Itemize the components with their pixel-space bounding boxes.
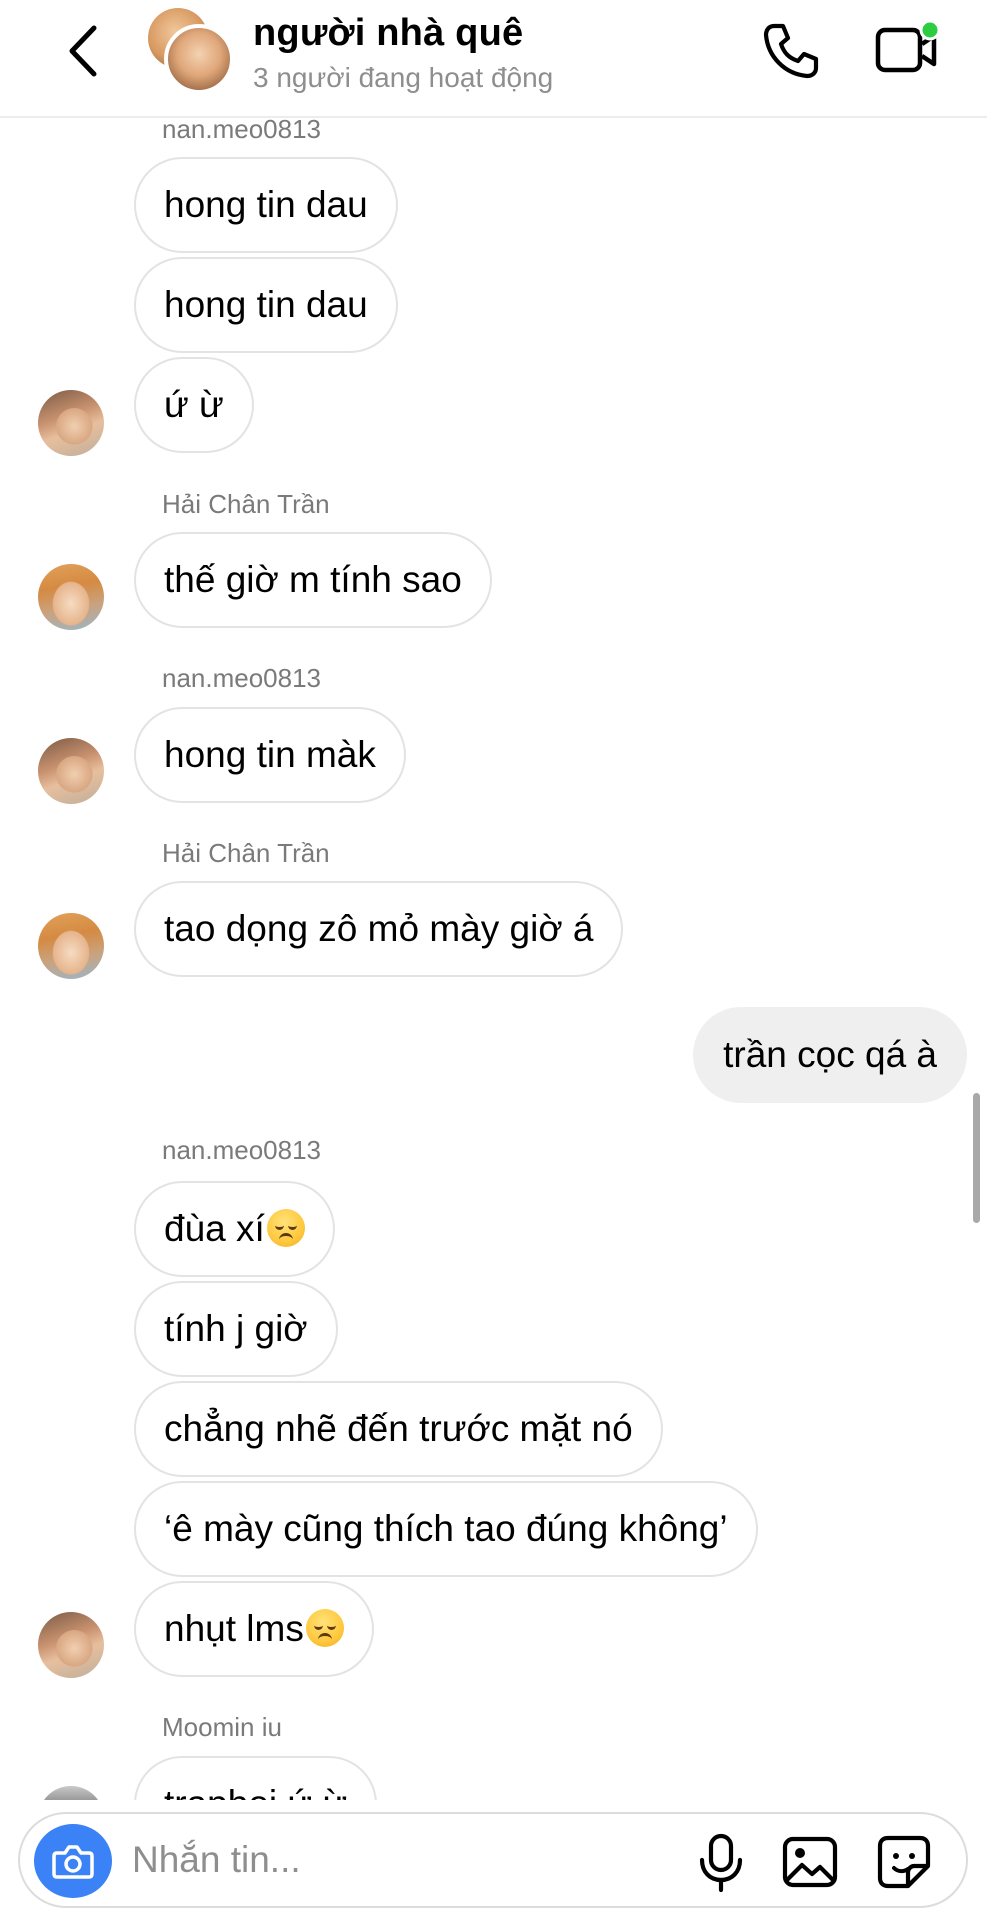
video-camera-icon [875, 19, 941, 73]
sticker-button[interactable] [874, 1832, 934, 1892]
message-bubble[interactable]: ứ ừ [134, 357, 254, 453]
sender-avatar[interactable] [38, 913, 104, 979]
message-text: đùa xí [164, 1208, 265, 1249]
back-button[interactable] [60, 20, 110, 82]
message-bubble[interactable]: thế giờ m tính sao [134, 532, 492, 628]
sender-name: nan.meo0813 [162, 663, 322, 693]
camera-icon [52, 1845, 94, 1879]
sender-avatar[interactable] [38, 1612, 104, 1678]
gallery-button[interactable] [780, 1832, 840, 1892]
sender-name: Hải Chân Trần [162, 489, 330, 519]
image-gallery-icon [782, 1836, 838, 1888]
sender-avatar[interactable] [38, 564, 104, 630]
voice-message-button[interactable] [696, 1832, 746, 1894]
microphone-icon [699, 1833, 743, 1893]
message-text: nhụt lms [164, 1608, 304, 1649]
message-composer [18, 1812, 968, 1908]
message-bubble[interactable]: ‘ê mày cũng thích tao đúng không’ [134, 1481, 758, 1577]
disappointed-face-emoji-icon [305, 1609, 344, 1647]
group-avatar[interactable] [148, 8, 234, 94]
disappointed-face-emoji-icon [266, 1209, 305, 1247]
sender-name: nan.meo0813 [162, 1135, 322, 1165]
message-input[interactable] [132, 1834, 552, 1886]
sticker-icon [877, 1835, 931, 1889]
sender-avatar[interactable] [38, 738, 104, 804]
chevron-left-icon [69, 25, 97, 77]
message-bubble[interactable]: hong tin dau [134, 257, 398, 353]
message-bubble[interactable]: tao dọng zô mỏ mày giờ á [134, 881, 624, 977]
message-bubble[interactable]: đùa xí [134, 1181, 335, 1277]
phone-icon [763, 23, 819, 79]
member-avatar [164, 24, 234, 94]
camera-button[interactable] [34, 1824, 112, 1898]
sender-name: nan.meo0813 [162, 114, 322, 144]
sender-name: Moomin iu [162, 1712, 282, 1742]
message-bubble[interactable]: chẳng nhẽ đến trước mặt nó [134, 1381, 663, 1477]
sender-avatar[interactable] [38, 390, 104, 456]
voice-call-button[interactable] [760, 20, 822, 82]
my-message-bubble[interactable]: trần cọc qá à [693, 1007, 967, 1103]
sender-name: Hải Chân Trần [162, 838, 330, 868]
video-call-button[interactable] [872, 16, 942, 82]
message-bubble[interactable]: hong tin dau [134, 157, 398, 253]
chat-header: người nhà quê 3 người đang hoạt động [0, 0, 987, 118]
active-status: 3 người đang hoạt động [253, 62, 554, 93]
online-dot-icon [919, 19, 941, 41]
message-bubble[interactable]: nhụt lms [134, 1581, 374, 1677]
scroll-indicator[interactable] [973, 1093, 980, 1223]
chat-screen: người nhà quê 3 người đang hoạt động nan… [0, 0, 987, 1920]
chat-title[interactable]: người nhà quê [253, 12, 523, 55]
message-bubble[interactable]: tính j giờ [134, 1281, 338, 1377]
message-bubble[interactable]: hong tin màk [134, 707, 406, 803]
